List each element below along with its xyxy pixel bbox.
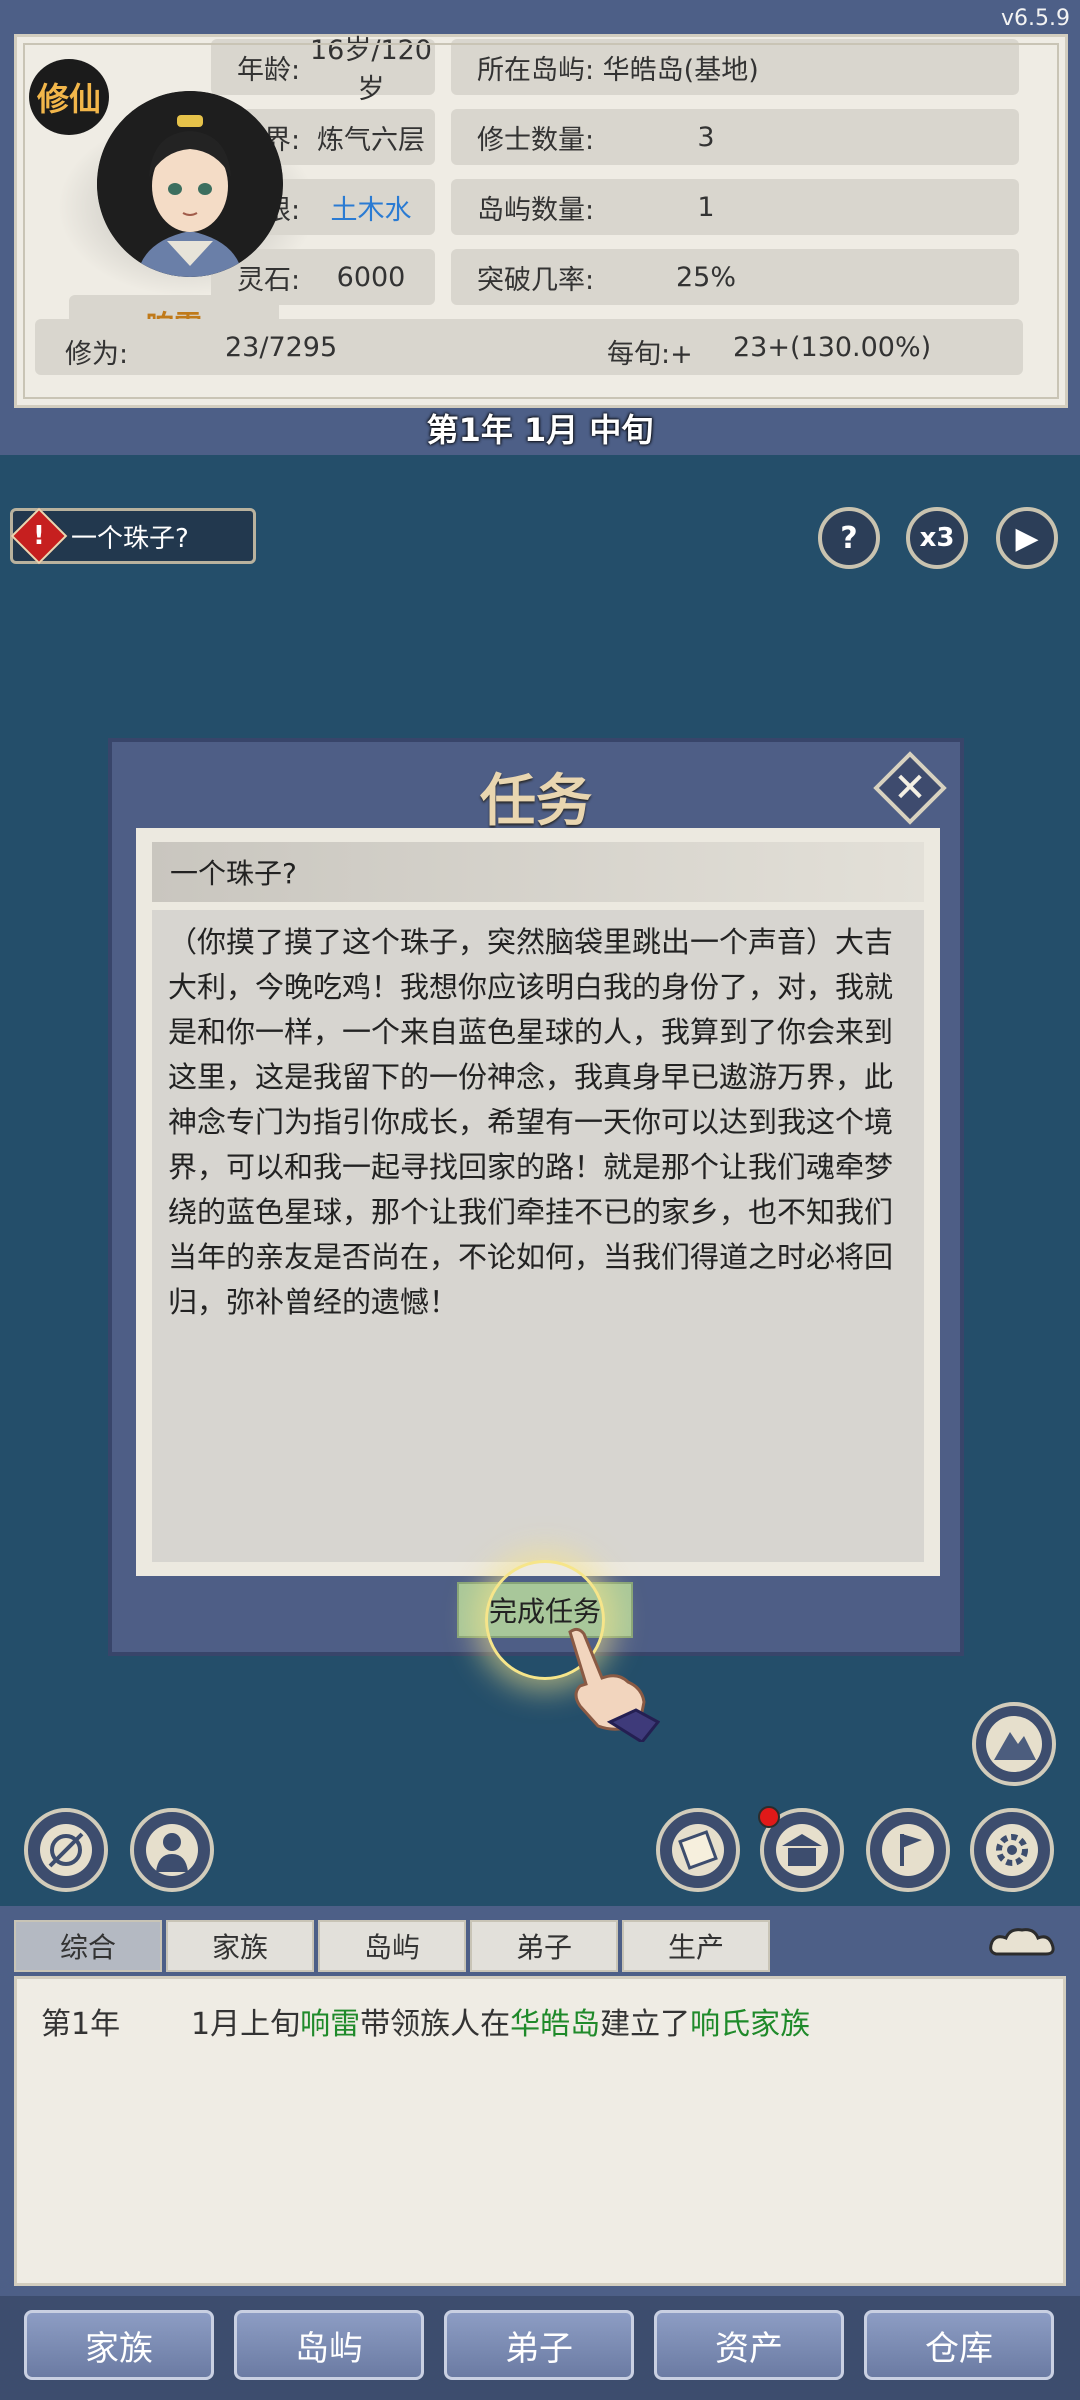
character-button[interactable]	[130, 1808, 214, 1892]
notification-dot	[758, 1806, 780, 1828]
log-tabs: 综合 家族 岛屿 弟子 生产	[14, 1920, 770, 1972]
play-button[interactable]: ▶	[996, 507, 1058, 569]
rate-label: 每旬:+	[607, 339, 693, 370]
divination-button[interactable]	[24, 1808, 108, 1892]
quest-paper: 一个珠子? （你摸了摸了这个珠子，突然脑袋里跳出一个声音）大吉大利，今晚吃鸡！我…	[136, 828, 940, 1576]
stat-label: 修士数量:	[477, 124, 595, 156]
mountain-button[interactable]	[972, 1702, 1056, 1786]
avatar[interactable]	[97, 91, 283, 277]
nav-warehouse[interactable]: 仓库	[864, 2310, 1054, 2380]
log-time: 1月上旬	[191, 2007, 301, 2042]
nav-family[interactable]: 家族	[24, 2310, 214, 2380]
nav-island[interactable]: 岛屿	[234, 2310, 424, 2380]
stat-breakthrough: 突破几率: 25%	[451, 249, 1019, 305]
stat-value: 16岁/120岁	[310, 35, 432, 105]
log-year: 第1年	[41, 2007, 121, 2042]
stat-value: 土木水	[330, 194, 412, 226]
quest-description: （你摸了摸了这个珠子，突然脑袋里跳出一个声音）大吉大利，今晚吃鸡！我想你应该明白…	[152, 910, 924, 1562]
stat-value: 3	[697, 121, 715, 153]
stat-value: 25%	[675, 261, 736, 293]
log-content: 第1年 1月上旬 响雷 带领族人在 华皓岛 建立了 响氏家族	[14, 1976, 1066, 2286]
avatar-portrait-icon	[97, 91, 283, 277]
stat-cultivators: 修士数量: 3	[451, 109, 1019, 165]
quest-title: 一个珠子?	[152, 842, 924, 902]
stat-label: 所在岛屿: 华皓岛(基地)	[477, 54, 759, 86]
bottom-nav: 家族 岛屿 弟子 资产 仓库	[0, 2296, 1080, 2400]
log-clan: 响氏家族	[690, 2007, 811, 2042]
active-quest-tag[interactable]: ! 一个珠子?	[10, 507, 256, 565]
cultivation-progress: 修为: 23/7295 每旬:+ 23+(130.00%)	[35, 319, 1023, 375]
profile-panel: 修仙 响雷 年龄: 16岁/120岁 境界: 炼气六层 灵根:	[14, 34, 1068, 408]
flag-icon	[882, 1824, 934, 1876]
xiuwei-value: 23/7295	[225, 332, 338, 363]
warning-icon: !	[10, 507, 68, 565]
nav-disciples[interactable]: 弟子	[444, 2310, 634, 2380]
stat-label: 年龄:	[237, 54, 301, 86]
scroll-icon	[672, 1824, 724, 1876]
stat-label: 突破几率:	[477, 264, 595, 296]
xiuwei-label: 修为:	[65, 339, 129, 370]
temple-icon	[776, 1824, 828, 1876]
stat-islands: 岛屿数量: 1	[451, 179, 1019, 235]
stat-value: 1	[697, 191, 715, 223]
close-button[interactable]: ✕	[873, 751, 947, 825]
tab-island[interactable]: 岛屿	[318, 1920, 466, 1972]
gear-icon	[986, 1824, 1038, 1876]
log-text: 建立了	[600, 2007, 691, 2042]
log-text: 带领族人在	[360, 2007, 511, 2042]
mountain-icon	[986, 1716, 1042, 1772]
quest-tag-label: 一个珠子?	[71, 523, 189, 554]
person-icon	[146, 1824, 198, 1876]
stat-value: 6000	[336, 261, 406, 293]
help-button[interactable]: ?	[818, 507, 880, 569]
cloud-icon[interactable]	[986, 1924, 1058, 1964]
tab-general[interactable]: 综合	[14, 1920, 162, 1972]
log-place: 华皓岛	[510, 2007, 601, 2042]
settings-button[interactable]	[970, 1808, 1054, 1892]
tab-family[interactable]: 家族	[166, 1920, 314, 1972]
log-entry: 第1年 1月上旬 响雷 带领族人在 华皓岛 建立了 响氏家族	[41, 1999, 810, 2043]
scroll-button[interactable]	[656, 1808, 740, 1892]
version-label: v6.5.9	[1001, 6, 1070, 31]
event-log-panel: 综合 家族 岛屿 弟子 生产 第1年 1月上旬 响雷 带领族人在 华皓岛 建立了…	[0, 1906, 1080, 2296]
rate-value: 23+(130.00%)	[733, 332, 932, 363]
log-person: 响雷	[300, 2007, 361, 2042]
tab-disciples[interactable]: 弟子	[470, 1920, 618, 1972]
game-date: 第1年 1月 中旬	[426, 411, 654, 449]
stat-value: 炼气六层	[317, 124, 425, 156]
tab-production[interactable]: 生产	[622, 1920, 770, 1972]
nav-assets[interactable]: 资产	[654, 2310, 844, 2380]
compass-icon	[40, 1824, 92, 1876]
stat-label: 灵石:	[237, 264, 301, 296]
cultivate-badge[interactable]: 修仙	[29, 59, 109, 135]
dialog-title: 任务	[480, 768, 592, 834]
speed-button[interactable]: x3	[906, 507, 968, 569]
stat-label: 岛屿数量:	[477, 194, 595, 226]
quest-dialog: 任务 ✕ 一个珠子? （你摸了摸了这个珠子，突然脑袋里跳出一个声音）大吉大利，今…	[108, 738, 964, 1680]
stat-age: 年龄: 16岁/120岁	[211, 35, 435, 105]
stat-island: 所在岛屿: 华皓岛(基地)	[451, 39, 1019, 95]
flag-button[interactable]	[866, 1808, 950, 1892]
status-header: v6.5.9 修仙 响雷 年龄: 16岁/120岁 境界: 炼气六层	[0, 0, 1080, 455]
pointing-hand-icon	[568, 1627, 660, 1742]
